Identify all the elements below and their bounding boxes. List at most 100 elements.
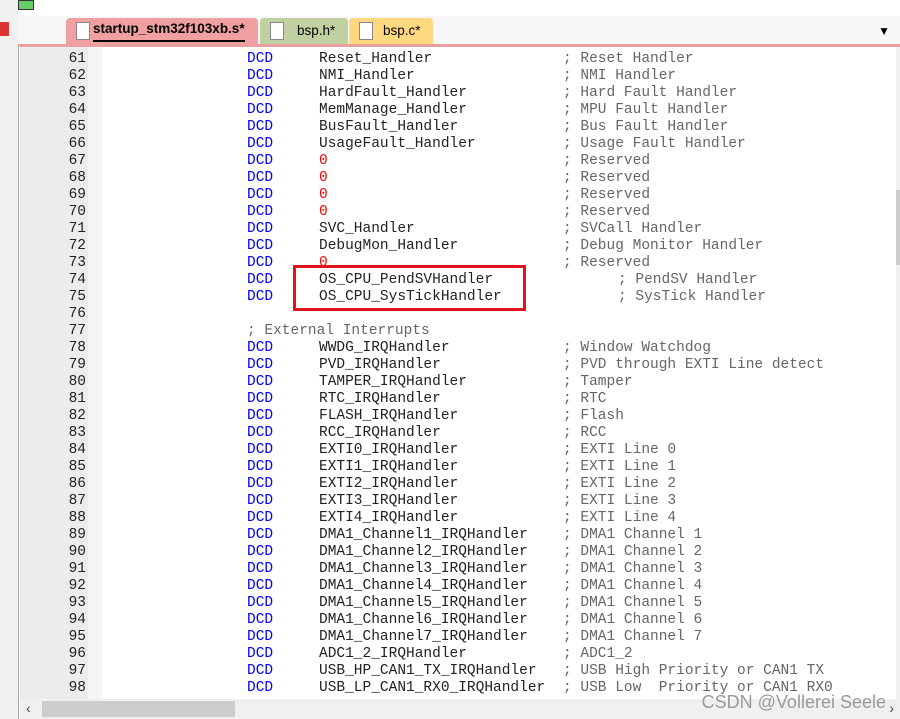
code-line: 80 DCD TAMPER_IRQHandler ; Tamper — [20, 374, 896, 391]
line-number: 73 — [68, 255, 86, 271]
toolbar — [18, 0, 900, 17]
code-line: 77 ; External Interrupts — [20, 323, 896, 340]
operand: BusFault_Handler — [319, 119, 459, 135]
comment: ; DMA1 Channel 6 — [563, 612, 703, 628]
directive: DCD — [247, 425, 274, 441]
tab-bsp-c[interactable]: bsp.c* — [349, 18, 433, 44]
operand: EXTI1_IRQHandler — [319, 459, 459, 475]
triangle-down-icon[interactable]: ▼ — [878, 24, 890, 38]
directive: DCD — [247, 51, 274, 67]
line-number: 74 — [68, 272, 86, 288]
highlight-box — [293, 265, 526, 311]
comment: ; Reserved — [563, 153, 651, 169]
line-number: 66 — [68, 136, 86, 152]
code-line: 79 DCD PVD_IRQHandler ; PVD through EXTI Li… — [20, 357, 896, 374]
vertical-scrollbar-thumb[interactable] — [896, 190, 900, 265]
line-number: 95 — [68, 629, 86, 645]
directive: DCD — [247, 612, 274, 628]
code-line: 62 DCD NMI_Handler ; NMI Handler — [20, 68, 896, 85]
comment: ; RTC — [563, 391, 607, 407]
operand: UsageFault_Handler — [319, 136, 476, 152]
operand: EXTI4_IRQHandler — [319, 510, 459, 526]
directive: DCD — [247, 459, 274, 475]
operand: USB_HP_CAN1_TX_IRQHandler — [319, 663, 537, 679]
directive: DCD — [247, 663, 274, 679]
operand: DMA1_Channel2_IRQHandler — [319, 544, 528, 560]
toolbar-icon[interactable] — [18, 0, 34, 10]
operand: DebugMon_Handler — [319, 238, 459, 254]
line-number: 93 — [68, 595, 86, 611]
directive: DCD — [247, 221, 274, 237]
operand: Reset_Handler — [319, 51, 433, 67]
code-editor[interactable]: 61 DCD Reset_Handler ; Reset Handler 62 DCD NM… — [20, 47, 896, 699]
close-icon[interactable] — [0, 22, 9, 36]
operand: MemManage_Handler — [319, 102, 467, 118]
operand: EXTI3_IRQHandler — [319, 493, 459, 509]
comment: ; ADC1_2 — [563, 646, 633, 662]
code-line: 65 DCD BusFault_Handler ; Bus Fault Handler — [20, 119, 896, 136]
operand: EXTI0_IRQHandler — [319, 442, 459, 458]
directive: DCD — [247, 408, 274, 424]
chevron-left-icon[interactable]: ‹ — [26, 700, 31, 716]
code-line: 85 DCD EXTI1_IRQHandler ; EXTI Line 1 — [20, 459, 896, 476]
code-line: 72 DCD DebugMon_Handler ; Debug Monitor Han… — [20, 238, 896, 255]
operand: RCC_IRQHandler — [319, 425, 441, 441]
horizontal-scrollbar-thumb[interactable] — [42, 701, 235, 717]
tab-bsp-h[interactable]: bsp.h* — [260, 18, 348, 44]
line-number: 79 — [68, 357, 86, 373]
directive: DCD — [247, 561, 274, 577]
code-line: 66 DCD UsageFault_Handler ; Usage Fault Han… — [20, 136, 896, 153]
directive: DCD — [247, 340, 274, 356]
directive: DCD — [247, 272, 274, 288]
directive: DCD — [247, 136, 274, 152]
line-number: 61 — [68, 51, 86, 67]
line-number: 67 — [68, 153, 86, 169]
code-line: 88 DCD EXTI4_IRQHandler ; EXTI Line 4 — [20, 510, 896, 527]
line-number: 94 — [68, 612, 86, 628]
vertical-scrollbar[interactable] — [896, 47, 900, 699]
code-line: 61 DCD Reset_Handler ; Reset Handler — [20, 51, 896, 68]
chevron-right-icon[interactable]: › — [889, 700, 894, 716]
code-line: 96 DCD ADC1_2_IRQHandler ; ADC1_2 — [20, 646, 896, 663]
comment: ; RCC — [563, 425, 607, 441]
code-line: 83 DCD RCC_IRQHandler ; RCC — [20, 425, 896, 442]
comment: ; PVD through EXTI Line detect — [563, 357, 825, 373]
operand: DMA1_Channel4_IRQHandler — [319, 578, 528, 594]
line-number: 84 — [68, 442, 86, 458]
tab-startup-file[interactable]: startup_stm32f103xb.s* — [66, 18, 258, 44]
file-icon — [359, 22, 373, 40]
line-number: 68 — [68, 170, 86, 186]
comment: ; SysTick Handler — [618, 289, 766, 305]
line-number: 64 — [68, 102, 86, 118]
tab-bar: startup_stm32f103xb.s* bsp.h* bsp.c* ▼ — [18, 16, 900, 47]
code-line: 97 DCD USB_HP_CAN1_TX_IRQHandler ; USB High… — [20, 663, 896, 680]
operand: 0 — [319, 187, 328, 203]
code-line: 84 DCD EXTI0_IRQHandler ; EXTI Line 0 — [20, 442, 896, 459]
operand: 0 — [319, 204, 328, 220]
comment: ; DMA1 Channel 4 — [563, 578, 703, 594]
line-number: 92 — [68, 578, 86, 594]
operand: HardFault_Handler — [319, 85, 467, 101]
comment: ; Window Watchdog — [563, 340, 711, 356]
line-number: 77 — [68, 323, 86, 339]
comment: ; USB High Priority or CAN1 TX — [563, 663, 825, 679]
line-number: 82 — [68, 408, 86, 424]
operand: DMA1_Channel6_IRQHandler — [319, 612, 528, 628]
directive: DCD — [247, 578, 274, 594]
line-number: 78 — [68, 340, 86, 356]
operand: USB_LP_CAN1_RX0_IRQHandler — [319, 680, 546, 696]
directive: DCD — [247, 374, 274, 390]
code-line: 78 DCD WWDG_IRQHandler ; Window Watchdog — [20, 340, 896, 357]
operand: DMA1_Channel1_IRQHandler — [319, 527, 528, 543]
code-line: 71 DCD SVC_Handler ; SVCall Handler — [20, 221, 896, 238]
directive: DCD — [247, 442, 274, 458]
comment: ; EXTI Line 0 — [563, 442, 677, 458]
code-line: 86 DCD EXTI2_IRQHandler ; EXTI Line 2 — [20, 476, 896, 493]
directive: DCD — [247, 527, 274, 543]
line-number: 85 — [68, 459, 86, 475]
comment: ; Reserved — [563, 170, 651, 186]
line-number: 63 — [68, 85, 86, 101]
code-line: 90 DCD DMA1_Channel2_IRQHandler ; DMA1 Chan… — [20, 544, 896, 561]
directive: DCD — [247, 238, 274, 254]
line-number: 65 — [68, 119, 86, 135]
